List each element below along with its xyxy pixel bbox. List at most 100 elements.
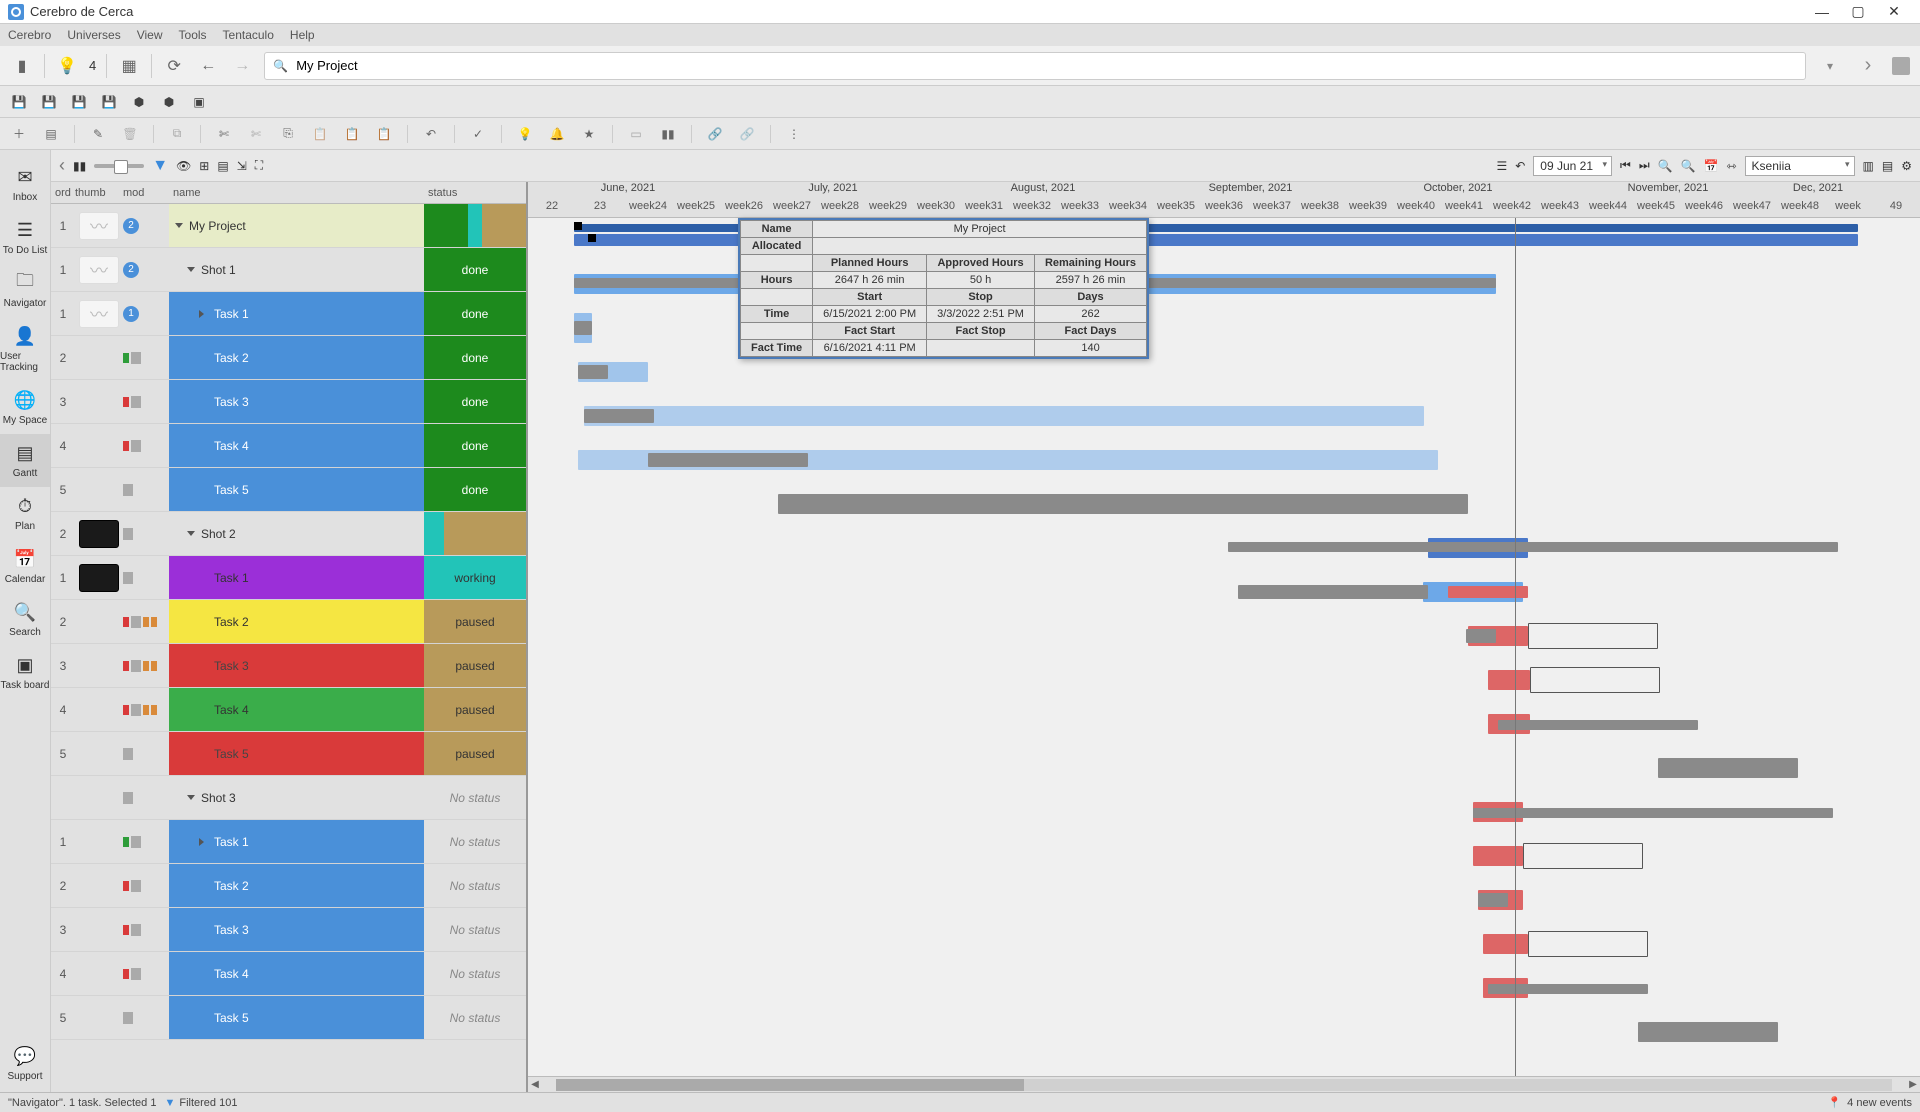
scroll-left-icon[interactable]: ◀: [528, 1079, 542, 1090]
maximize-button[interactable]: ▢: [1840, 0, 1876, 24]
task-row[interactable]: 2Shot 2: [51, 512, 526, 556]
sidebar-item-inbox[interactable]: ✉Inbox: [0, 158, 50, 211]
task-name-cell[interactable]: Task 5: [169, 468, 424, 511]
col-thumb[interactable]: thumb: [75, 187, 123, 199]
window-snap-icon[interactable]: [1892, 57, 1910, 75]
bell-icon[interactable]: 🔔: [548, 125, 566, 143]
task-status[interactable]: [424, 512, 526, 555]
forward-icon[interactable]: →: [230, 54, 254, 78]
list-toggle-icon[interactable]: ☰: [1496, 159, 1507, 173]
task-name-cell[interactable]: Task 1: [169, 556, 424, 599]
paste-icon[interactable]: 📋: [311, 125, 329, 143]
task-name-cell[interactable]: Task 3: [169, 908, 424, 951]
task-name-cell[interactable]: Task 4: [169, 688, 424, 731]
task-status[interactable]: paused: [424, 732, 526, 775]
task-name-cell[interactable]: Task 5: [169, 996, 424, 1039]
gantt-scrollbar[interactable]: ◀ ▶: [528, 1076, 1920, 1092]
search-icon[interactable]: 🔍: [273, 59, 288, 73]
close-button[interactable]: ✕: [1876, 0, 1912, 24]
page-icon[interactable]: ▤: [217, 159, 228, 173]
save-plus-icon[interactable]: 💾: [40, 93, 58, 111]
copy-icon[interactable]: ⎘: [279, 125, 297, 143]
refresh-icon[interactable]: ⟳: [162, 54, 186, 78]
task-row[interactable]: 2Task 2paused: [51, 600, 526, 644]
check-icon[interactable]: ✓: [469, 125, 487, 143]
sidebar-item-calendar[interactable]: 📅Calendar: [0, 540, 50, 593]
col-ord[interactable]: ord: [51, 187, 75, 199]
scroll-thumb[interactable]: [556, 1079, 1024, 1091]
task-status[interactable]: working: [424, 556, 526, 599]
task-name-cell[interactable]: Task 4: [169, 952, 424, 995]
card-icon[interactable]: ▭: [627, 125, 645, 143]
eye-icon[interactable]: 👁: [176, 159, 191, 173]
sidebar-item-myspace[interactable]: 🌐My Space: [0, 381, 50, 434]
add-icon[interactable]: ＋: [10, 125, 28, 143]
fit-width-icon[interactable]: ⇿: [1726, 159, 1736, 173]
lightbulb-icon[interactable]: 💡: [55, 54, 79, 78]
task-status[interactable]: done: [424, 424, 526, 467]
gantt-chart[interactable]: June, 2021July, 2021August, 2021Septembe…: [528, 182, 1920, 1092]
camera-icon[interactable]: ▮▮: [659, 125, 677, 143]
task-name-cell[interactable]: My Project: [169, 204, 424, 247]
filter-icon[interactable]: ▼: [152, 157, 168, 175]
link-icon[interactable]: 🔗: [706, 125, 724, 143]
task-status[interactable]: paused: [424, 644, 526, 687]
zoom-slider[interactable]: [94, 164, 144, 168]
save-down-icon[interactable]: 💾: [70, 93, 88, 111]
sidebar-item-navigator[interactable]: 🗀Navigator: [0, 264, 50, 317]
task-status[interactable]: No status: [424, 952, 526, 995]
task-status[interactable]: No status: [424, 776, 526, 819]
task-status[interactable]: No status: [424, 996, 526, 1039]
task-row[interactable]: 2Task 2No status: [51, 864, 526, 908]
task-status[interactable]: done: [424, 336, 526, 379]
undo-icon[interactable]: ↶: [422, 125, 440, 143]
status-events[interactable]: 4 new events: [1847, 1097, 1912, 1109]
sidebar-item-plan[interactable]: ⏱Plan: [0, 487, 50, 540]
last-icon[interactable]: ⏭: [1639, 158, 1650, 173]
task-name-cell[interactable]: Task 2: [169, 864, 424, 907]
task-status[interactable]: No status: [424, 864, 526, 907]
col-mod[interactable]: mod: [123, 187, 169, 199]
idea-icon[interactable]: 💡: [516, 125, 534, 143]
dropdown-arrow-icon[interactable]: ▾: [1816, 52, 1844, 80]
undo-nav-icon[interactable]: ↶: [1515, 159, 1525, 173]
sidebar-item-gantt[interactable]: ▤Gantt: [0, 434, 50, 487]
task-name-cell[interactable]: Shot 2: [169, 512, 424, 555]
task-row[interactable]: 1Task 1No status: [51, 820, 526, 864]
task-name-cell[interactable]: Task 4: [169, 424, 424, 467]
bell-status-icon[interactable]: 📍: [1827, 1096, 1841, 1109]
task-name-cell[interactable]: Task 3: [169, 644, 424, 687]
task-name-cell[interactable]: Task 5: [169, 732, 424, 775]
task-row[interactable]: 4Task 4No status: [51, 952, 526, 996]
col-name[interactable]: name: [169, 187, 424, 199]
expand-icon[interactable]: ⛶: [255, 158, 263, 173]
package-alt-icon[interactable]: ⬢: [160, 93, 178, 111]
more-icon[interactable]: ⋮: [785, 125, 803, 143]
task-name-cell[interactable]: Shot 1: [169, 248, 424, 291]
task-name-cell[interactable]: Task 1: [169, 292, 424, 335]
export-icon[interactable]: ▤: [1882, 159, 1893, 173]
task-row[interactable]: 2Task 2done: [51, 336, 526, 380]
task-row[interactable]: 1〰2My Project: [51, 204, 526, 248]
col-status[interactable]: status: [424, 187, 526, 199]
sidebar-toggle-icon[interactable]: ▮: [10, 54, 34, 78]
menu-tools[interactable]: Tools: [179, 28, 207, 42]
sidebar-item-todo[interactable]: ☰To Do List: [0, 211, 50, 264]
save-link-icon[interactable]: 💾: [100, 93, 118, 111]
copy-stack-icon[interactable]: ⧉: [168, 125, 186, 143]
scroll-right-icon[interactable]: ▶: [1906, 1079, 1920, 1090]
date-picker[interactable]: 09 Jun 21: [1533, 156, 1612, 176]
sidebar-item-taskboard[interactable]: ▣Task board: [0, 646, 50, 699]
task-status[interactable]: No status: [424, 820, 526, 863]
task-status[interactable]: done: [424, 468, 526, 511]
task-row[interactable]: 4Task 4paused: [51, 688, 526, 732]
zoom-in-icon[interactable]: 🔍: [1658, 159, 1673, 173]
task-name-cell[interactable]: Task 2: [169, 600, 424, 643]
terminal-icon[interactable]: ▣: [190, 93, 208, 111]
task-row[interactable]: Shot 3No status: [51, 776, 526, 820]
gantt-body[interactable]: NameMy Project Allocated Planned HoursAp…: [528, 218, 1920, 1076]
task-name-cell[interactable]: Task 2: [169, 336, 424, 379]
task-name-cell[interactable]: Shot 3: [169, 776, 424, 819]
edit-icon[interactable]: ✎: [89, 125, 107, 143]
cut-alt-icon[interactable]: ✄: [247, 125, 265, 143]
